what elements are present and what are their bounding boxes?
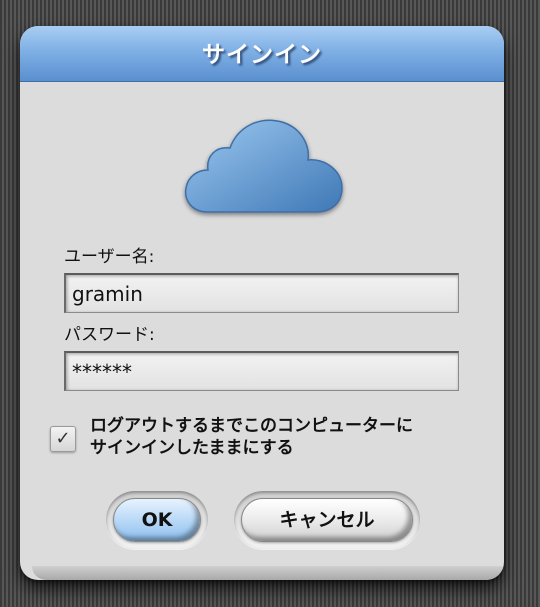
- ok-button-frame: OK: [106, 491, 208, 549]
- remember-label[interactable]: ログアウトするまでこのコンピューターに サインインしたままにする: [90, 415, 490, 459]
- checkmark-icon: ✓: [55, 428, 71, 449]
- ok-button[interactable]: OK: [113, 498, 201, 542]
- username-field[interactable]: gramin: [64, 273, 459, 313]
- title-bar[interactable]: サインイン: [20, 26, 504, 82]
- remember-label-line1: ログアウトするまでこのコンピューターに: [90, 416, 413, 436]
- password-label: パスワード:: [64, 325, 155, 345]
- remember-checkbox[interactable]: ✓: [50, 426, 76, 452]
- cancel-button-frame: キャンセル: [234, 491, 420, 549]
- cloud-icon: [184, 119, 343, 213]
- dialog-title: サインイン: [202, 42, 322, 68]
- remember-label-line2: サインインしたままにする: [90, 438, 294, 458]
- password-field[interactable]: ******: [64, 351, 459, 391]
- username-label: ユーザー名:: [64, 247, 155, 267]
- sign-in-dialog: サインイン ユーザー名: gramin パスワード: ****** ✓ ログアウ…: [20, 26, 504, 580]
- cancel-button[interactable]: キャンセル: [241, 498, 413, 542]
